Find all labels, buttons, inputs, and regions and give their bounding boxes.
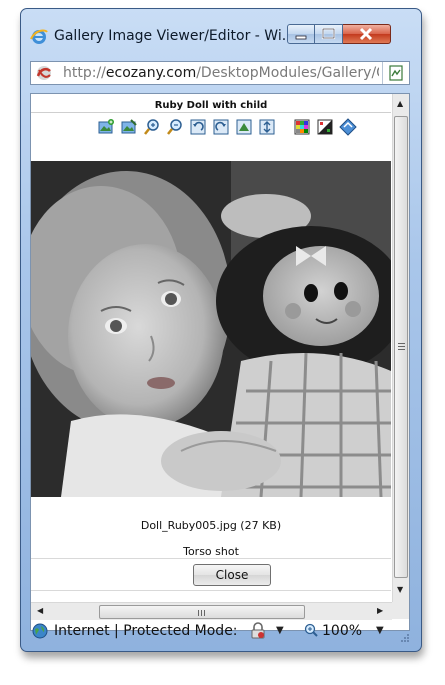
vertical-scrollbar[interactable]: ▲ ▼ — [392, 94, 409, 602]
zoom-in-icon[interactable] — [143, 118, 161, 136]
scroll-down-icon[interactable]: ▼ — [397, 586, 403, 594]
globe-icon — [32, 623, 48, 639]
scroll-left-icon[interactable]: ◀ — [37, 607, 43, 615]
maximize-button[interactable] — [315, 24, 343, 44]
resize-grip-icon[interactable] — [400, 633, 410, 643]
add-image-icon[interactable] — [97, 118, 115, 136]
minimize-icon — [295, 35, 307, 40]
internet-explorer-icon — [30, 29, 48, 44]
photo-image — [31, 161, 391, 497]
scroll-right-icon[interactable]: ▶ — [377, 607, 383, 615]
zoom-dropdown-icon[interactable]: ▼ — [376, 625, 384, 636]
page-content: Ruby Doll with child Doll_Ruby005.jpg (2… — [31, 94, 391, 602]
compatibility-view-icon[interactable] — [387, 64, 405, 82]
contrast-icon[interactable] — [316, 118, 334, 136]
color-adjust-icon[interactable] — [293, 118, 311, 136]
url-text[interactable]: http://ecozany.com/DesktopModules/Galler… — [63, 65, 379, 81]
rotate-right-icon[interactable] — [212, 118, 230, 136]
url-path: /DesktopModules/Gallery/C — [196, 65, 379, 81]
close-icon — [359, 27, 373, 41]
protected-mode-dropdown-icon[interactable]: ▼ — [276, 625, 284, 636]
site-favicon-icon — [36, 66, 51, 80]
close-window-button[interactable] — [343, 24, 391, 44]
url-scheme: http:// — [63, 65, 106, 81]
maximize-icon — [321, 27, 336, 40]
security-zone-text[interactable]: Internet | Protected Mode: O — [54, 623, 238, 639]
page-viewport: Ruby Doll with child Doll_Ruby005.jpg (2… — [30, 93, 410, 631]
browser-window: Gallery Image Viewer/Editor - Wi... http… — [20, 8, 422, 652]
image-title: Ruby Doll with child — [154, 100, 268, 111]
gallery-photo — [31, 161, 391, 497]
zoom-out-icon[interactable] — [166, 118, 184, 136]
status-bar: Internet | Protected Mode: O ▼ 100% ▼ — [30, 617, 412, 645]
zoom-icon[interactable] — [304, 623, 318, 637]
vertical-scroll-thumb[interactable] — [394, 116, 408, 578]
title-bar[interactable]: Gallery Image Viewer/Editor - Wi... — [21, 9, 421, 49]
window-title: Gallery Image Viewer/Editor - Wi... — [54, 28, 286, 44]
flip-horizontal-icon[interactable] — [235, 118, 253, 136]
close-button[interactable]: Close — [193, 564, 271, 586]
image-description: Torso shot — [183, 545, 239, 558]
edit-image-icon[interactable] — [120, 118, 138, 136]
rotate-left-icon[interactable] — [189, 118, 207, 136]
minimize-button[interactable] — [287, 24, 315, 44]
zoom-level[interactable]: 100% — [322, 623, 362, 639]
save-icon[interactable] — [339, 118, 357, 136]
scroll-up-icon[interactable]: ▲ — [397, 100, 403, 108]
file-info: Doll_Ruby005.jpg (27 KB) — [140, 519, 282, 532]
flip-vertical-icon[interactable] — [258, 118, 276, 136]
url-host: ecozany.com — [105, 65, 197, 81]
address-bar[interactable]: http://ecozany.com/DesktopModules/Galler… — [30, 61, 410, 85]
protected-mode-icon[interactable] — [249, 622, 267, 640]
